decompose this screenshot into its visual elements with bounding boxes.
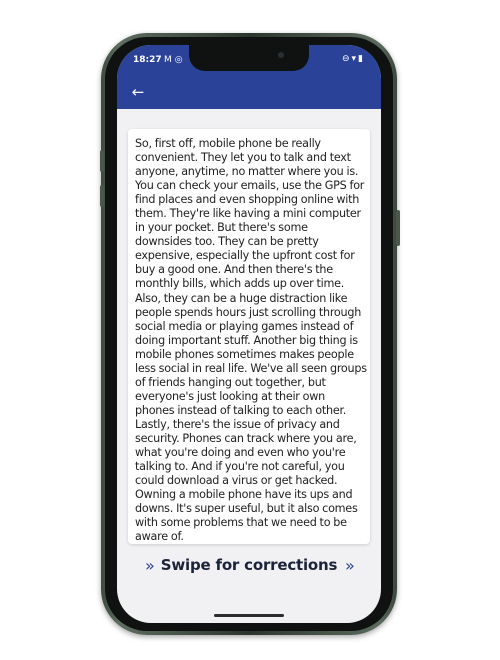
essay-card: So, first off, mobile phone be really co…: [128, 129, 370, 544]
arrow-left-icon: ←: [131, 83, 145, 101]
dnd-icon: ⊖: [341, 54, 352, 64]
volume-button: [100, 185, 104, 207]
home-indicator[interactable]: [214, 614, 284, 617]
volume-button: [100, 150, 104, 172]
swipe-label: Swipe for corrections: [160, 556, 338, 574]
back-button[interactable]: ←: [127, 82, 149, 102]
status-bar: 18:27 M◎ ⊖▾▮: [117, 45, 381, 75]
essay-text: So, first off, mobile phone be really co…: [135, 137, 367, 544]
front-camera: [278, 52, 284, 58]
power-button: [396, 210, 400, 246]
notification-icons: M◎: [164, 55, 186, 65]
notch: [189, 45, 309, 71]
system-icons: ⊖▾▮: [342, 54, 365, 64]
app-bar: ←: [117, 75, 381, 109]
status-time: 18:27: [133, 55, 162, 65]
gmail-icon: M: [164, 55, 175, 65]
battery-icon: ▮: [358, 54, 365, 64]
swipe-for-corrections[interactable]: » Swipe for corrections »: [117, 555, 381, 579]
phone-screen: 18:27 M◎ ⊖▾▮ ← So, first off, mobile pho…: [117, 45, 381, 623]
instagram-icon: ◎: [174, 55, 186, 65]
double-chevron-right-icon: »: [345, 556, 355, 575]
